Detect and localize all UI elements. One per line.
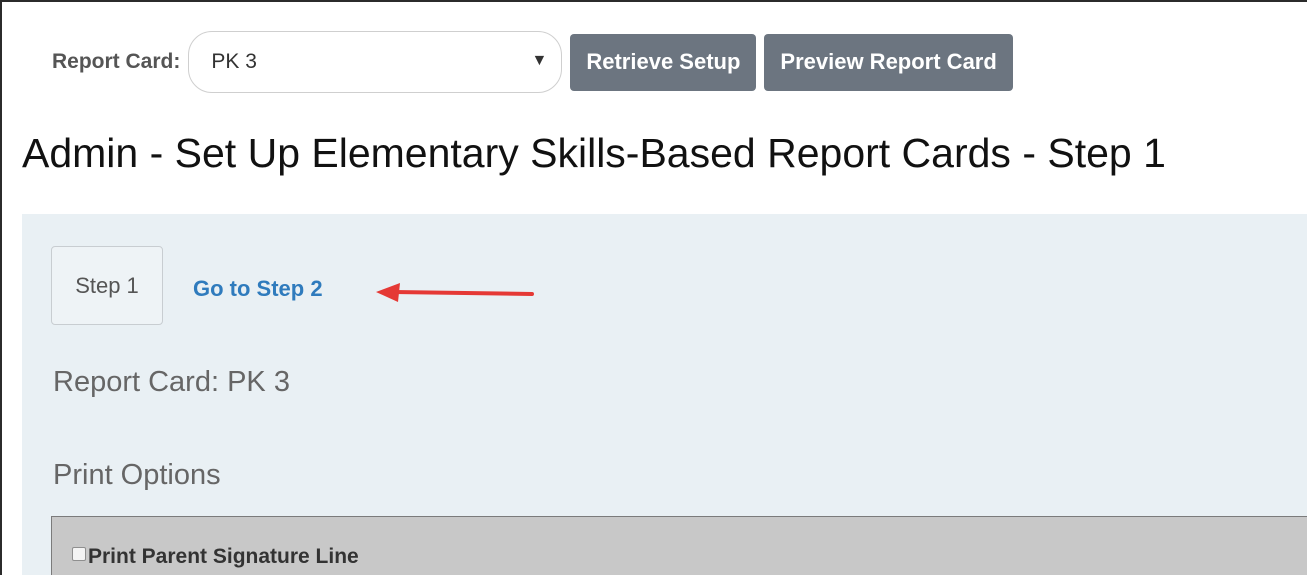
arrow-left-icon [376,283,534,302]
preview-report-card-button[interactable]: Preview Report Card [764,33,1013,91]
print-parent-signature-label: Print Parent Signature Line [88,545,359,568]
app-frame: Report Card: PK 3 ▼ Retrieve Setup Previ… [0,0,1307,575]
content-panel: Step 1 Go to Step 2 Report Card: PK 3 Pr… [22,214,1307,575]
report-card-toolbar: Report Card: PK 3 ▼ Retrieve Setup Previ… [52,30,1013,94]
print-options-panel: Print Parent Signature Line [51,516,1307,575]
report-card-label: Report Card: [52,50,181,73]
step-1-tab[interactable]: Step 1 [51,246,163,325]
print-options-heading: Print Options [53,459,221,491]
report-card-select-value: PK 3 [211,50,257,73]
report-card-heading: Report Card: PK 3 [53,366,290,398]
dropdown-arrow-icon: ▼ [531,52,548,69]
go-to-step-2-link[interactable]: Go to Step 2 [193,276,323,302]
print-parent-signature-checkbox[interactable] [72,547,86,561]
report-card-select[interactable]: PK 3 ▼ [188,31,563,93]
page-title: Admin - Set Up Elementary Skills-Based R… [22,130,1166,176]
retrieve-setup-button[interactable]: Retrieve Setup [570,33,757,91]
print-parent-signature-option[interactable]: Print Parent Signature Line [72,545,359,569]
